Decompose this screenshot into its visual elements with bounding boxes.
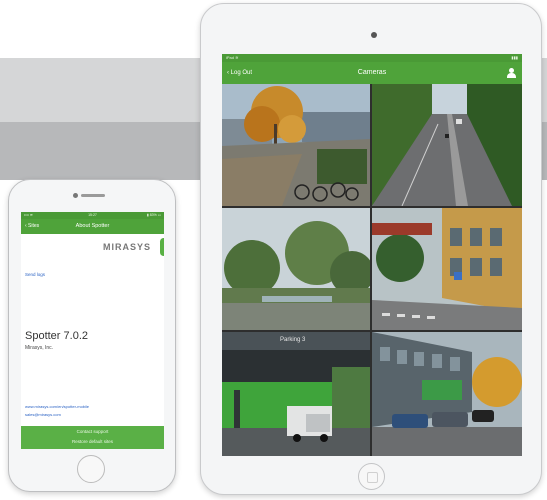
restore-default-sites-button[interactable]: Restore default sites [21, 439, 164, 444]
speaker-grille [81, 194, 105, 197]
camera-tile-1[interactable] [222, 84, 370, 206]
status-left: iPad ≋ [226, 55, 239, 60]
send-logs-link[interactable]: Send logs [25, 272, 45, 277]
home-button[interactable] [77, 455, 105, 483]
camera-feed-2 [372, 84, 522, 206]
camera-tile-6[interactable] [372, 332, 522, 456]
status-bar: •••• ≋ 15:27 ▮ 83% ▭ [21, 212, 164, 219]
front-camera-dot [73, 193, 78, 198]
camera-feed-6 [372, 332, 522, 456]
camera-label-parking: Parking 3 [280, 337, 306, 343]
camera-tile-5[interactable]: Parking 3 [222, 332, 370, 456]
status-bar: iPad ≋ ▮▮▮ [222, 54, 522, 62]
ipad-screen: iPad ≋ ▮▮▮ ‹ Log Out Cameras Parking 3 [222, 54, 522, 456]
status-right: ▮▮▮ [511, 55, 518, 60]
navigation-bar: ‹ Log Out Cameras [222, 62, 522, 84]
logo-text: MIRASYS [103, 242, 152, 252]
company-name: Mirasys, Inc. [25, 345, 54, 351]
camera-grid: Parking 3 [222, 84, 522, 456]
user-icon[interactable] [507, 68, 516, 78]
contact-support-button[interactable]: Contact support [21, 429, 164, 434]
camera-feed-3 [222, 208, 370, 330]
navigation-bar: ‹ Sites About Spotter [21, 219, 164, 234]
camera-feed-4 [372, 208, 522, 330]
camera-tile-2[interactable] [372, 84, 522, 206]
camera-feed-5 [222, 332, 370, 456]
page-title: About Spotter [75, 223, 110, 229]
ipad-device: iPad ≋ ▮▮▮ ‹ Log Out Cameras Parking 3 [200, 3, 542, 495]
iphone-device: •••• ≋ 15:27 ▮ 83% ▭ ‹ Sites About Spott… [8, 179, 176, 492]
logo-mark-icon [160, 238, 164, 256]
camera-feed-1 [222, 84, 370, 206]
website-link[interactable]: www.mirasys.com/en/spotter-mobile [25, 404, 89, 409]
camera-tile-4[interactable] [372, 208, 522, 330]
email-link[interactable]: sales@mirasys.com [25, 412, 61, 417]
status-right: ▮ 83% ▭ [146, 213, 161, 217]
page-title: Cameras [357, 69, 387, 76]
app-version-title: Spotter 7.0.2 [25, 330, 88, 342]
iphone-screen: •••• ≋ 15:27 ▮ 83% ▭ ‹ Sites About Spott… [21, 212, 164, 449]
status-time: 15:27 [88, 213, 97, 217]
camera-tile-3[interactable] [222, 208, 370, 330]
home-button[interactable] [358, 463, 385, 490]
bottom-actions: Contact support Restore default sites [21, 426, 164, 449]
user-icon-body [507, 73, 516, 78]
front-camera-dot [371, 32, 377, 38]
